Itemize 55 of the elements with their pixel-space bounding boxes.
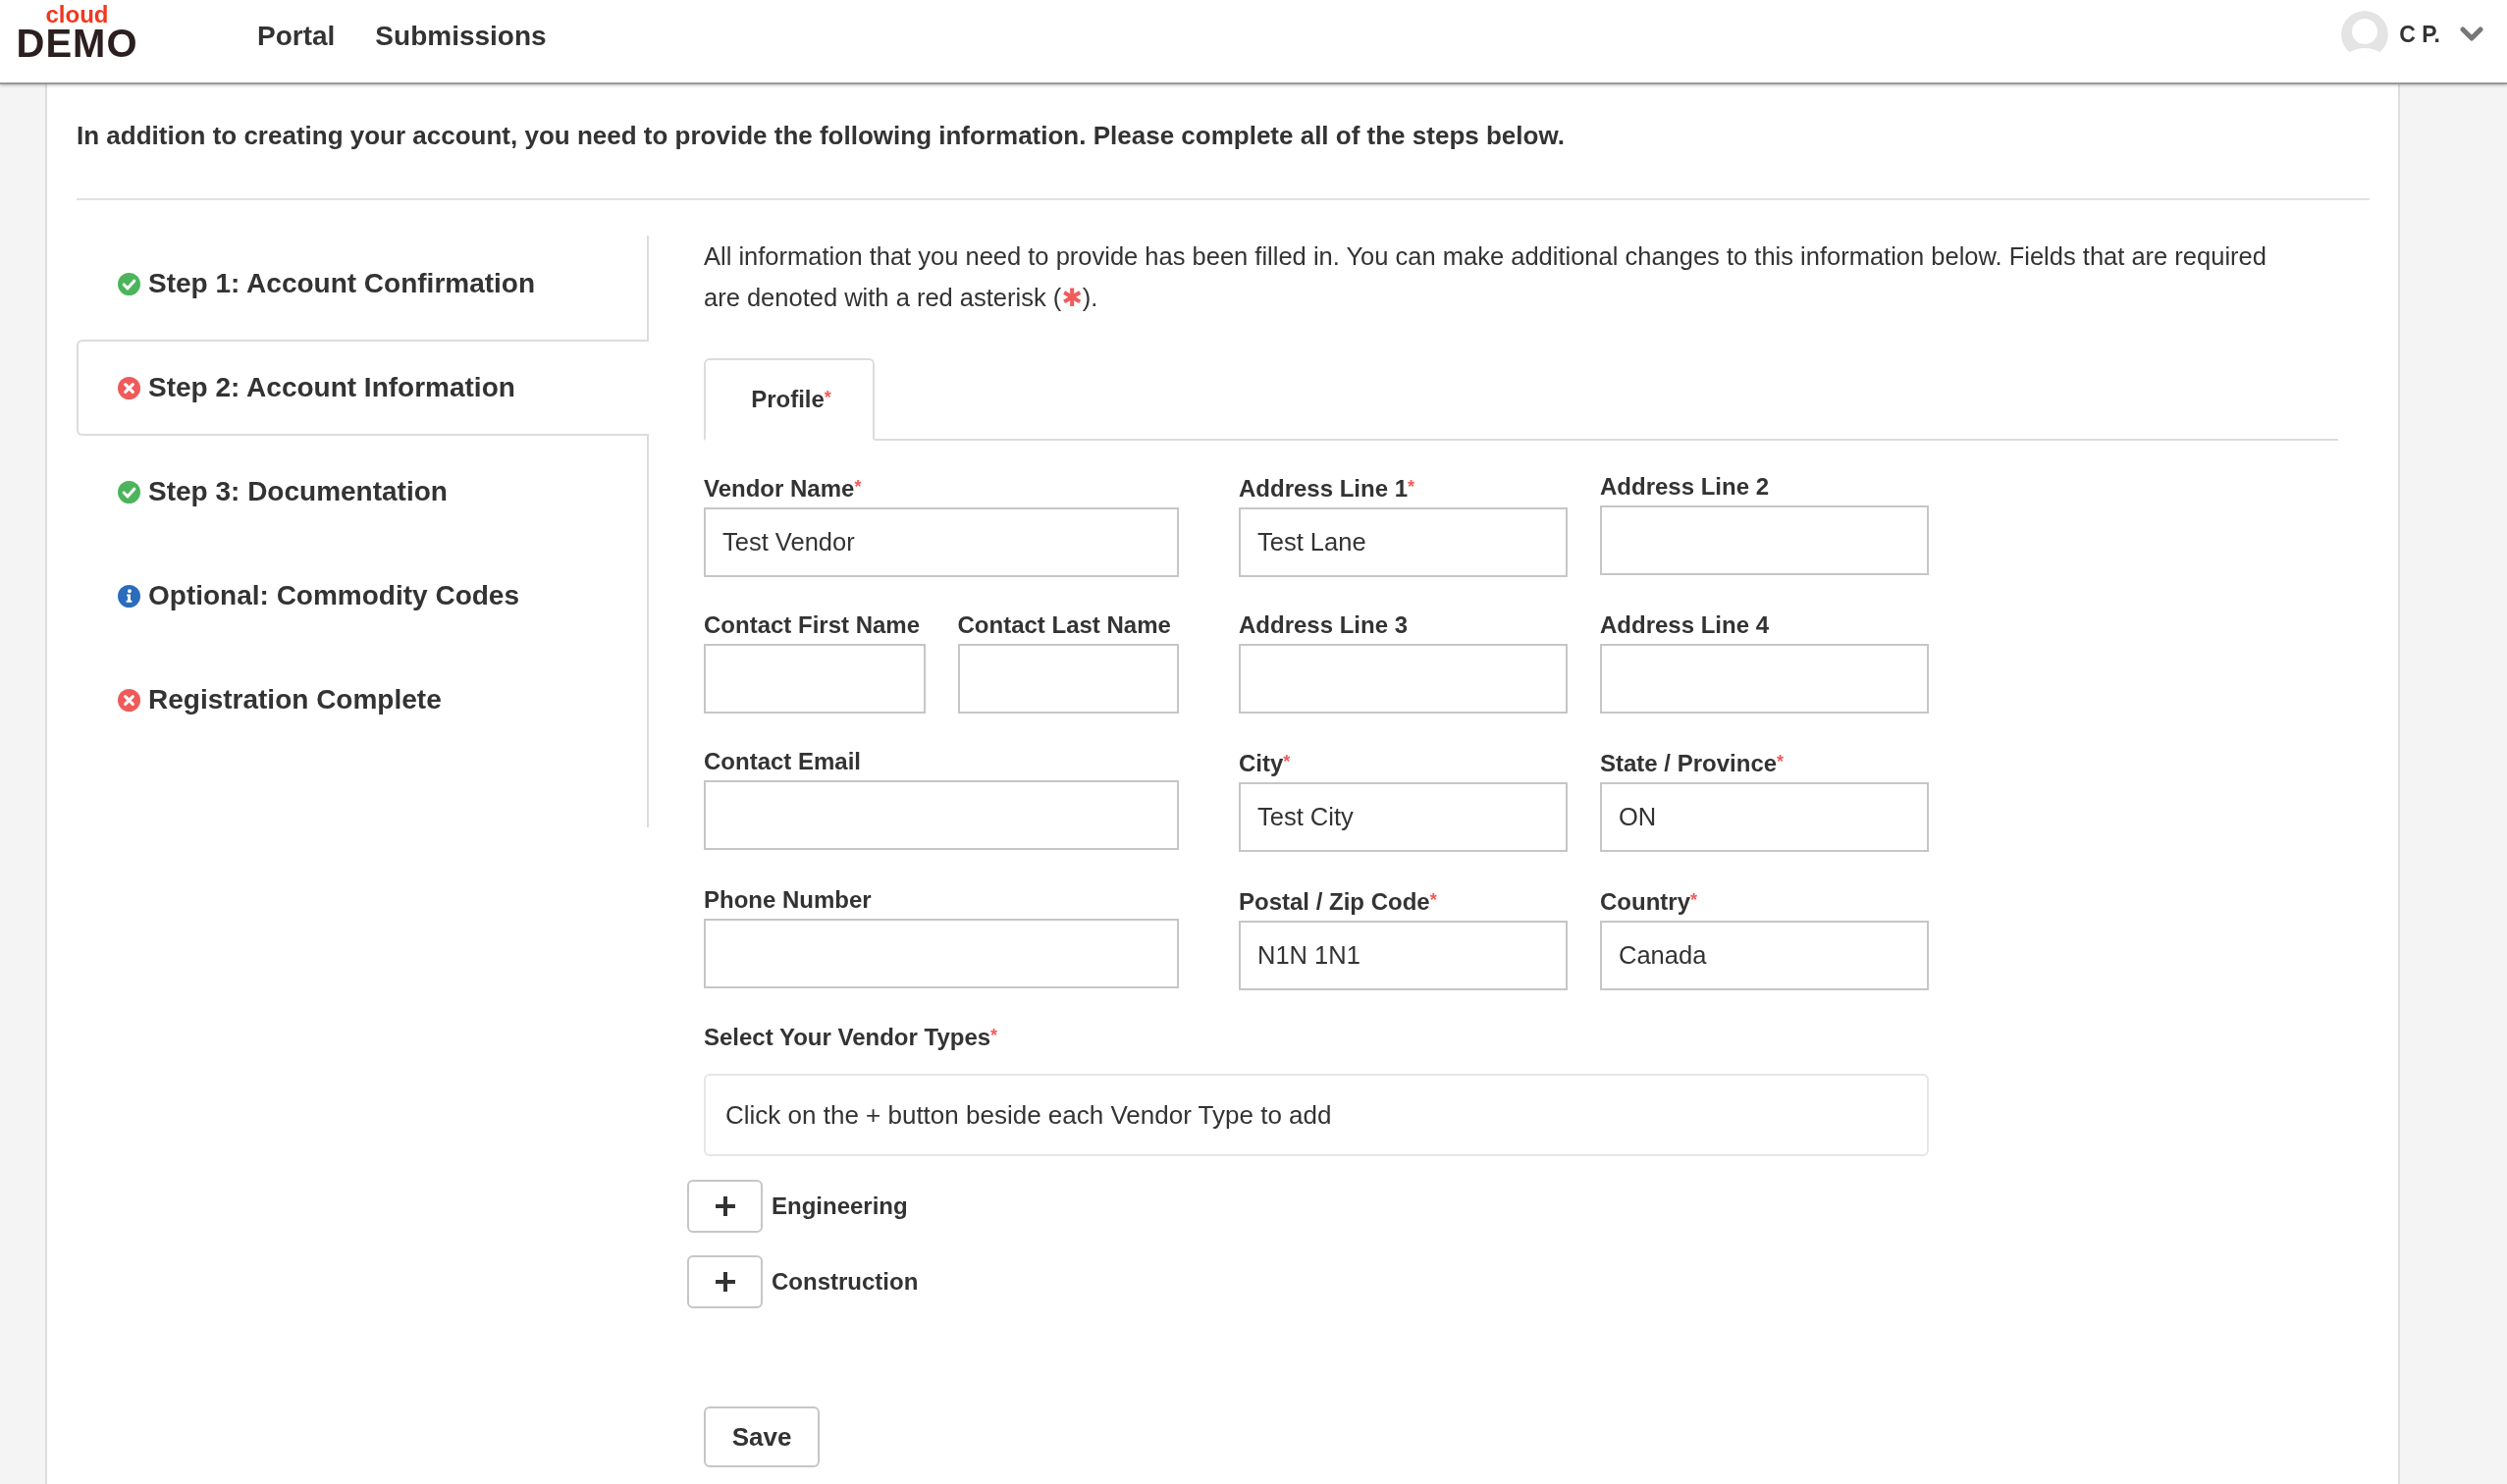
field-label: Address Line 3 bbox=[1239, 610, 1409, 640]
logo-small-text: cloud bbox=[45, 4, 109, 26]
x-circle-icon bbox=[118, 688, 140, 712]
selected-types-panel: Click on the + button beside each Vendor Type to add bbox=[704, 1074, 1929, 1156]
user-name[interactable]: C P. bbox=[2399, 21, 2440, 48]
vendor-type-label: Construction bbox=[772, 1267, 919, 1297]
x-circle-icon bbox=[118, 376, 140, 399]
field-label: Address Line 4 bbox=[1600, 610, 1770, 640]
field-label: Address Line 1$^{*}$ bbox=[1239, 474, 1415, 504]
field-label: Vendor Name$^{*}$ bbox=[704, 474, 862, 504]
add-button[interactable] bbox=[687, 1255, 763, 1308]
step-nav-item[interactable]: Step 2: Account Information bbox=[77, 340, 649, 436]
text-input[interactable] bbox=[1600, 644, 1929, 714]
field-label: State / Province$^{*}$ bbox=[1600, 749, 1785, 778]
check-circle-icon bbox=[118, 480, 140, 504]
vendor-type-label: Engineering bbox=[772, 1192, 908, 1221]
text-input[interactable]: N1N 1N1 bbox=[1239, 921, 1568, 990]
step-nav-item[interactable]: Step 1: Account Confirmation bbox=[77, 236, 647, 332]
plus-icon bbox=[715, 1196, 735, 1216]
plus-icon bbox=[715, 1272, 735, 1292]
text-input[interactable]: Test Lane bbox=[1239, 507, 1568, 577]
step-nav-item[interactable]: Step 3: Documentation bbox=[77, 444, 647, 540]
field-label: Select Your Vendor Types$^{*}$ bbox=[704, 1023, 998, 1052]
field-label: Phone Number bbox=[704, 885, 872, 915]
chevron-down-icon[interactable] bbox=[2460, 26, 2483, 42]
logo-wordmark: DEMO bbox=[16, 26, 138, 61]
field-label: Contact Email bbox=[704, 747, 862, 776]
text-input[interactable]: Canada bbox=[1600, 921, 1929, 990]
intro-text: In addition to creating your account, you need to provide the following information. Please complete all of the steps below. bbox=[77, 121, 1566, 150]
nav-link[interactable]: Submissions bbox=[375, 20, 547, 53]
avatar-icon[interactable] bbox=[2341, 11, 2389, 58]
text-input[interactable] bbox=[957, 644, 1179, 714]
field-label: Contact Last Name bbox=[957, 610, 1171, 640]
field-label: Country$^{*}$ bbox=[1600, 887, 1697, 917]
text-input[interactable]: ON bbox=[1600, 782, 1929, 852]
info-circle-icon bbox=[118, 584, 140, 608]
text-input[interactable] bbox=[704, 644, 926, 714]
step-nav-item[interactable]: Registration Complete bbox=[77, 652, 647, 748]
text-input[interactable] bbox=[1239, 644, 1568, 714]
field-label: City$^{*}$ bbox=[1239, 749, 1291, 778]
text-input[interactable] bbox=[704, 919, 1179, 988]
instructions-text: All information that you need to provide has been filled in. You can make additional changes to this information below. Fields that are required are denoted with a red asterisk (✱). bbox=[704, 241, 2267, 313]
text-input[interactable]: Test Vendor bbox=[704, 507, 1179, 577]
field-label: Contact First Name bbox=[704, 610, 921, 640]
text-input[interactable]: Test City bbox=[1239, 782, 1568, 852]
step-nav-item[interactable]: Optional: Commodity Codes bbox=[77, 548, 647, 644]
save-button[interactable]: Save bbox=[704, 1406, 820, 1467]
field-label: Postal / Zip Code$^{*}$ bbox=[1239, 887, 1437, 917]
add-button[interactable] bbox=[687, 1180, 763, 1233]
nav-link[interactable]: Portal bbox=[257, 20, 336, 53]
text-input[interactable] bbox=[1600, 505, 1929, 575]
check-circle-icon bbox=[118, 272, 140, 295]
form-tab[interactable]: Profile$^{*}$ bbox=[704, 358, 875, 441]
text-input[interactable] bbox=[704, 780, 1179, 850]
field-label: Address Line 2 bbox=[1600, 472, 1770, 502]
